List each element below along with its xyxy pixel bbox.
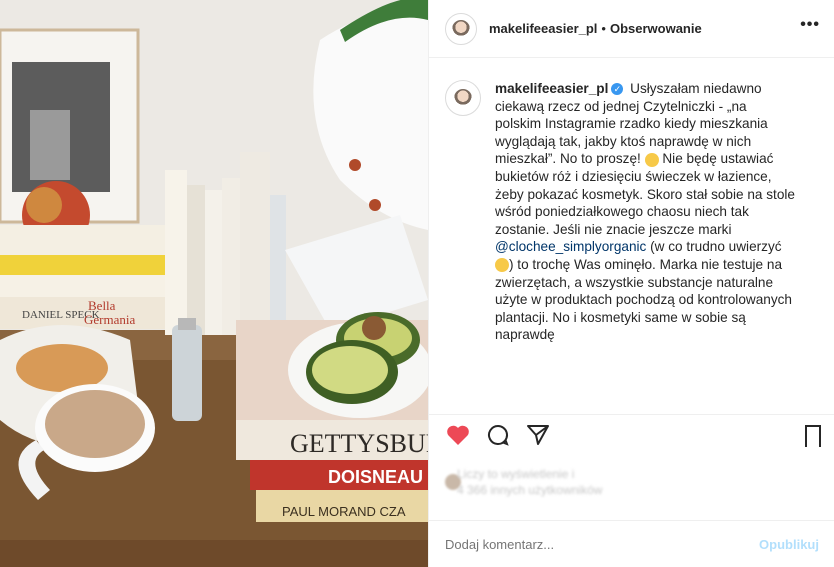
heart-icon[interactable] — [445, 422, 471, 448]
post-photo-illustration: DANIEL SPECK Bella Germania GETTYSBU DOI… — [0, 0, 428, 567]
likes-line-2: 4 366 innych użytkowników — [457, 483, 603, 497]
svg-text:Bella: Bella — [88, 298, 116, 313]
author-username[interactable]: makelifeeasier_pl — [489, 21, 597, 36]
more-options-icon[interactable]: ••• — [800, 16, 820, 34]
post-sidebar: makelifeeasier_pl • Obserwowanie ••• mak… — [428, 0, 834, 567]
caption-username[interactable]: makelifeeasier_pl — [495, 81, 608, 96]
likes-summary[interactable]: Liczy to wyświetlenie i 4 366 innych uży… — [457, 466, 602, 498]
verified-badge-icon: ✓ — [611, 83, 624, 96]
caption-avatar[interactable] — [445, 80, 481, 116]
publish-button[interactable]: Opublikuj — [759, 537, 819, 552]
comment-icon[interactable] — [485, 422, 511, 448]
post-photo[interactable]: DANIEL SPECK Bella Germania GETTYSBU DOI… — [0, 0, 428, 567]
grinning-emoji-icon — [644, 152, 659, 167]
post-header: makelifeeasier_pl • Obserwowanie ••• — [429, 0, 834, 58]
share-icon[interactable] — [525, 422, 551, 448]
svg-text:PAUL MORAND CZA: PAUL MORAND CZA — [282, 504, 406, 519]
mention-link[interactable]: @clochee_simplyorganic — [495, 239, 646, 254]
caption-part-4: ) to trochę Was ominęło. Marka nie testu… — [495, 256, 792, 343]
caption-text: makelifeeasier_pl ✓ Usłyszałam niedawno c… — [495, 80, 795, 414]
caption-part-3: (w co trudno uwierzyć — [646, 239, 782, 255]
svg-text:DOISNEAU: DOISNEAU — [328, 467, 423, 487]
header-separator: • — [601, 21, 606, 36]
following-button[interactable]: Obserwowanie — [610, 21, 702, 36]
smiling-emoji-icon — [495, 258, 509, 273]
bookmark-icon[interactable] — [805, 425, 821, 449]
action-bar — [429, 414, 834, 454]
post-modal: DANIEL SPECK Bella Germania GETTYSBU DOI… — [0, 0, 834, 567]
post-caption: makelifeeasier_pl ✓ Usłyszałam niedawno c… — [429, 58, 834, 414]
svg-text:Germania: Germania — [84, 312, 135, 327]
likes-line-1: Liczy to wyświetlenie i — [457, 467, 575, 481]
comment-bar: Opublikuj — [429, 520, 834, 567]
author-avatar[interactable] — [445, 12, 477, 45]
comment-input[interactable] — [445, 536, 760, 552]
svg-text:GETTYSBURG: GETTYSBURG — [290, 429, 428, 458]
